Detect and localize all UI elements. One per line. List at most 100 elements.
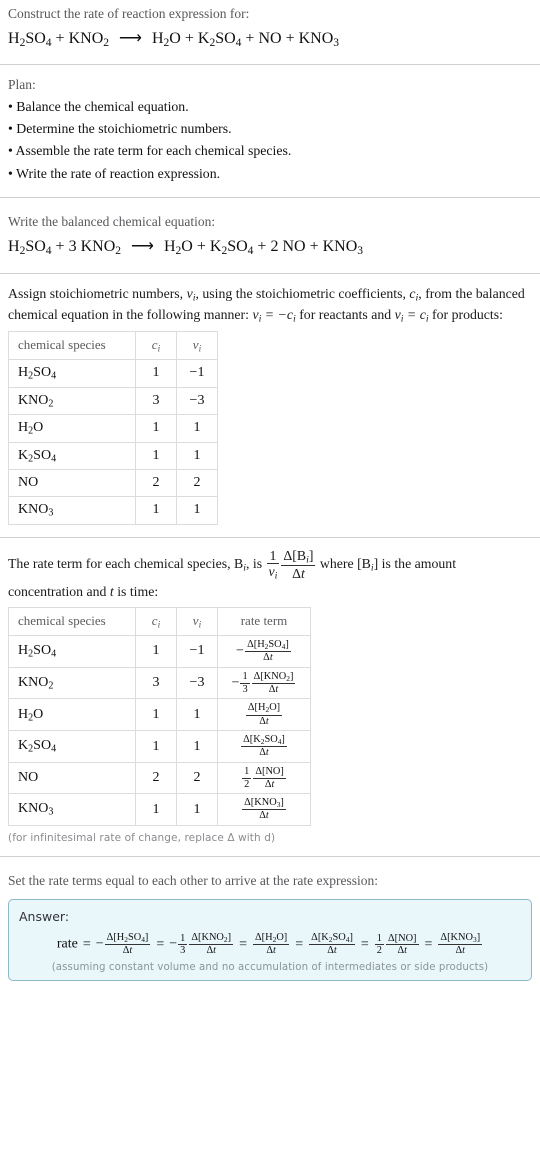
rate-fraction: Δ[H2O] Δt <box>245 702 283 727</box>
plan-item: • Write the rate of reaction expression. <box>8 165 221 181</box>
table-header-row: chemical species ci νi <box>8 330 218 360</box>
table-row: H2SO4 1 −1 <box>8 358 218 388</box>
equation-product-2: K2SO4 <box>197 30 242 50</box>
cell-species: KNO3 <box>8 793 136 827</box>
equals-sign: = <box>82 936 91 952</box>
cell-nu: 1 <box>176 793 218 827</box>
c-symbol: ci <box>409 285 419 303</box>
equals-sign: = <box>360 936 369 952</box>
cell-c: 1 <box>135 414 177 443</box>
coefficient-fraction: 12 <box>374 932 384 957</box>
balanced-product-4: KNO3 <box>322 238 364 258</box>
cell-nu: −1 <box>176 358 218 388</box>
column-header-rate-term: rate term <box>217 606 311 636</box>
column-header-c: ci <box>135 330 177 360</box>
cell-species: K2SO4 <box>8 441 136 471</box>
cell-species: H2SO4 <box>8 634 136 668</box>
rate-term-intro: The rate term for each chemical species,… <box>8 547 457 599</box>
table-row: NO 2 2 <box>8 469 218 498</box>
cell-c: 1 <box>135 634 177 668</box>
cell-nu: −3 <box>176 666 218 700</box>
cell-species: K2SO4 <box>8 730 136 764</box>
intro-text-part: Assign stoichiometric numbers, <box>8 285 187 301</box>
cell-nu: 1 <box>176 698 218 732</box>
answer-box: Answer: rate = − Δ[H2SO4] Δt = −1 3 Δ[KNO2] Δt = Δ[… <box>8 899 532 982</box>
plus-sign: + <box>55 30 69 48</box>
column-header-nu: νi <box>176 606 218 636</box>
table-header-row: chemical species ci νi rate term <box>8 606 311 636</box>
cell-rate-term: − Δ[H2SO4] Δt <box>217 634 311 668</box>
minus-sign: − <box>231 675 240 691</box>
rate-fraction: Δ[H2SO4] Δt <box>104 932 151 957</box>
table-row: KNO3 1 1 <box>8 496 218 525</box>
plan-item: • Assemble the rate term for each chemic… <box>8 143 292 159</box>
equals-sign: = <box>424 936 433 952</box>
cell-c: 2 <box>135 762 177 795</box>
balanced-product-1: H2O <box>163 238 193 258</box>
cell-nu: 1 <box>176 414 218 443</box>
product-rule: νi = ci <box>394 307 429 325</box>
cell-species: NO <box>8 762 136 795</box>
rate-term-table: chemical species ci νi rate term H2SO4 1… <box>8 606 311 827</box>
coefficient-fraction: 13 <box>178 932 188 957</box>
rate-fraction: Δ[H2SO4] Δt <box>245 638 291 664</box>
plus-sign: + <box>245 30 259 48</box>
section-divider <box>0 856 540 858</box>
stoichiometric-numbers-table: chemical species ci νi H2SO4 1 −1 KNO2 3… <box>8 330 218 525</box>
equals-sign: = <box>156 936 165 952</box>
rate-fraction: Δ[NO] Δt <box>253 766 286 790</box>
cell-nu: −3 <box>176 386 218 416</box>
equation-reactant-2: KNO2 <box>68 30 110 50</box>
cell-nu: −1 <box>176 634 218 668</box>
table-row: K2SO4 1 1 <box>8 441 218 471</box>
column-header-species: chemical species <box>8 330 136 360</box>
table-row: H2O 1 1 Δ[H2O] Δt <box>8 698 311 732</box>
plus-sign: + <box>196 238 210 256</box>
cell-nu: 2 <box>176 762 218 795</box>
cell-c: 1 <box>135 441 177 471</box>
coefficient-fraction: 12 <box>242 766 252 790</box>
cell-rate-term: −1 3 Δ[KNO2] Δt <box>217 666 311 700</box>
cell-c: 1 <box>135 730 177 764</box>
column-header-nu: νi <box>176 330 218 360</box>
balanced-reactant-1: H2SO4 <box>8 238 52 258</box>
rate-word: rate <box>56 936 78 952</box>
balanced-heading: Write the balanced chemical equation: <box>8 214 216 230</box>
stoichiometry-intro: Assign stoichiometric numbers, νi, using… <box>8 285 525 325</box>
equation-product-1: H2O <box>151 30 181 50</box>
table-row: H2SO4 1 −1 − Δ[H2SO4] Δt <box>8 634 311 668</box>
cell-species: KNO2 <box>8 386 136 416</box>
table-row: KNO3 1 1 Δ[KNO3] Δt <box>8 793 311 827</box>
rate-fraction: Δ[KNO2] Δt <box>251 670 296 695</box>
plus-sign: + <box>257 238 271 256</box>
balanced-product-3: 2 NO <box>270 238 306 256</box>
answer-assumption-note: (assuming constant volume and no accumul… <box>51 962 489 974</box>
plan-item: • Balance the chemical equation. <box>8 98 189 114</box>
balanced-product-2: K2SO4 <box>209 238 254 258</box>
cell-rate-term: 1 2 Δ[NO] Δt <box>217 762 311 795</box>
cell-nu: 2 <box>176 469 218 498</box>
equation-product-4: KNO3 <box>298 30 340 50</box>
minus-sign: − <box>95 936 104 952</box>
table-row: H2O 1 1 <box>8 414 218 443</box>
cell-c: 3 <box>135 666 177 700</box>
balanced-reactant-2: 3 KNO2 <box>68 238 122 258</box>
cell-rate-term: Δ[K2SO4] Δt <box>217 730 311 764</box>
table-row: K2SO4 1 1 Δ[K2SO4] Δt <box>8 730 311 764</box>
equals-sign: = <box>239 936 247 952</box>
coefficient-fraction: 13 <box>240 671 250 695</box>
cell-c: 2 <box>135 469 177 498</box>
infinitesimal-footnote: (for infinitesimal rate of change, repla… <box>8 832 276 845</box>
problem-page: Construct the rate of reaction expressio… <box>0 0 540 982</box>
section-divider <box>0 272 540 274</box>
cell-nu: 1 <box>176 441 218 471</box>
balanced-equation: H2SO4 + 3 KNO2 ⟶ H2O + K2SO4 + 2 NO + KN… <box>8 231 532 260</box>
rate-fraction: Δ[H2O] Δt <box>253 932 290 957</box>
table-row: NO 2 2 1 2 Δ[NO] Δt <box>8 762 311 795</box>
column-header-c: ci <box>135 606 177 636</box>
cell-c: 1 <box>135 496 177 525</box>
answer-label: Answer: <box>19 909 70 925</box>
equals-sign: = <box>295 936 304 952</box>
plus-sign: + <box>309 238 323 256</box>
final-heading: Set the rate terms equal to each other t… <box>8 873 378 889</box>
